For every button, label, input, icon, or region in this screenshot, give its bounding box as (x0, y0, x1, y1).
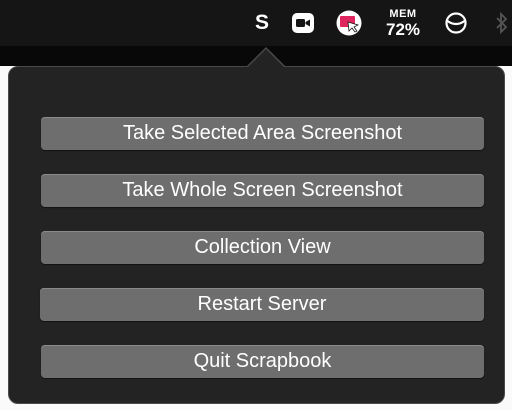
popover-arrow (248, 49, 284, 67)
take-whole-screen-screenshot-button[interactable]: Take Whole Screen Screenshot (41, 174, 484, 207)
zoom-video-icon[interactable] (288, 0, 318, 46)
screen: S MEM 72% Take Selected Area Screenshot … (0, 0, 512, 410)
s-status-item[interactable]: S (250, 0, 274, 46)
memory-label: MEM (389, 7, 417, 20)
bluetooth-icon[interactable] (492, 0, 512, 46)
restart-server-button[interactable]: Restart Server (40, 288, 484, 321)
circle-slash-icon[interactable] (442, 0, 470, 46)
memory-value: 72% (385, 19, 421, 39)
quit-scrapbook-button[interactable]: Quit Scrapbook (41, 345, 484, 378)
take-selected-area-screenshot-button[interactable]: Take Selected Area Screenshot (41, 117, 484, 150)
memory-indicator[interactable]: MEM 72% (380, 0, 426, 46)
collection-view-button[interactable]: Collection View (41, 231, 484, 264)
menu-bar: S MEM 72% (0, 0, 512, 46)
scrapbook-icon[interactable] (334, 0, 364, 46)
